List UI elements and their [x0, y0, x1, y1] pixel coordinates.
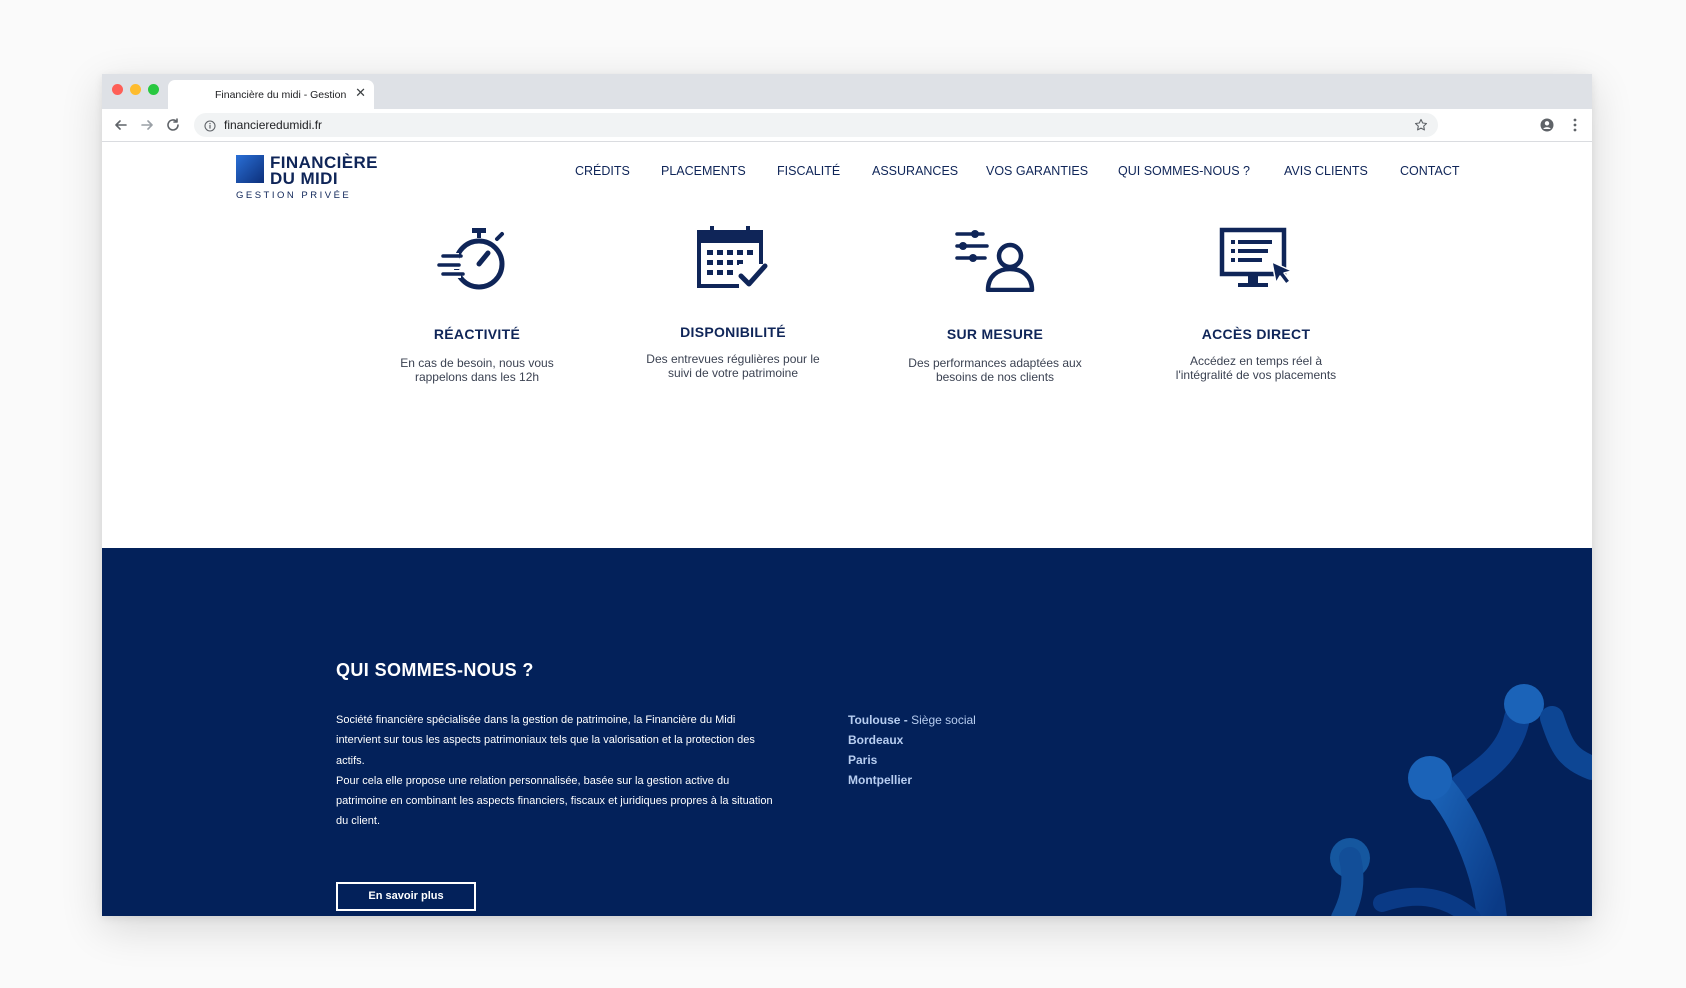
- info-icon[interactable]: [204, 119, 216, 137]
- about-text: Société financière spécialisée dans la g…: [336, 710, 776, 832]
- back-arrow-icon[interactable]: [112, 116, 130, 134]
- decorative-swirl-icon: [1330, 684, 1592, 916]
- stopwatch-icon: [437, 228, 505, 290]
- main-navigation: CRÉDITS PLACEMENTS FISCALITÉ ASSURANCES …: [102, 164, 1592, 184]
- feature-disponibilite: DISPONIBILITÉ Des entrevues régulières p…: [613, 224, 853, 380]
- bookmark-star-icon[interactable]: [1414, 118, 1428, 137]
- feature-description: Des performances adaptées aux besoins de…: [908, 356, 1082, 384]
- feature-sur-mesure: SUR MESURE Des performances adaptées aux…: [875, 226, 1115, 384]
- city-toulouse: Toulouse - Siège social: [848, 710, 976, 730]
- profile-icon[interactable]: [1540, 118, 1554, 137]
- nav-item-avis-clients[interactable]: AVIS CLIENTS: [1284, 164, 1368, 178]
- logo-line-3: GESTION PRIVÉE: [236, 190, 352, 201]
- web-page: FINANCIÈRE DU MIDI GESTION PRIVÉE CRÉDIT…: [102, 142, 1592, 916]
- calendar-check-icon: [697, 226, 768, 288]
- feature-title: RÉACTIVITÉ: [433, 326, 521, 342]
- about-section: QUI SOMMES-NOUS ? Société financière spé…: [102, 548, 1592, 916]
- nav-item-credits[interactable]: CRÉDITS: [575, 164, 630, 178]
- city-paris: Paris: [848, 753, 878, 767]
- city-list: Toulouse - Siège social Bordeaux Paris M…: [848, 710, 976, 790]
- kebab-menu-icon[interactable]: [1573, 118, 1577, 137]
- city-bordeaux: Bordeaux: [848, 733, 904, 747]
- about-paragraph-2: Pour cela elle propose une relation pers…: [336, 774, 773, 828]
- nav-item-fiscalite[interactable]: FISCALITÉ: [777, 164, 840, 178]
- browser-tab[interactable]: Financière du midi - Gestion ✕: [168, 80, 374, 109]
- feature-reactivite: RÉACTIVITÉ En cas de besoin, nous vous r…: [357, 226, 597, 384]
- feature-title: SUR MESURE: [946, 326, 1044, 342]
- tab-strip: Financière du midi - Gestion ✕: [102, 74, 1592, 109]
- nav-item-contact[interactable]: CONTACT: [1400, 164, 1460, 178]
- about-title: QUI SOMMES-NOUS ?: [336, 660, 534, 680]
- feature-acces-direct: ACCÈS DIRECT Accédez en temps réel à l'i…: [1136, 226, 1376, 382]
- user-settings-icon: [955, 230, 1035, 292]
- feature-description: Des entrevues régulières pour le suivi d…: [646, 352, 820, 380]
- feature-description: En cas de besoin, nous vous rappelons da…: [400, 356, 554, 384]
- feature-description: Accédez en temps réel à l'intégralité de…: [1175, 354, 1337, 382]
- url-text: financieredumidi.fr: [224, 118, 323, 132]
- minimize-window-button[interactable]: [130, 84, 141, 95]
- feature-title: ACCÈS DIRECT: [1201, 326, 1311, 342]
- browser-toolbar: financieredumidi.fr: [102, 109, 1592, 142]
- tab-title: Financière du midi - Gestion: [215, 89, 347, 101]
- nav-item-vos-garanties[interactable]: VOS GARANTIES: [986, 164, 1088, 178]
- close-window-button[interactable]: [112, 84, 123, 95]
- nav-item-qui-sommes-nous[interactable]: QUI SOMMES-NOUS ?: [1118, 164, 1250, 178]
- city-note: Siège social: [911, 713, 976, 727]
- maximize-window-button[interactable]: [148, 84, 159, 95]
- browser-window: Financière du midi - Gestion ✕ financier…: [102, 74, 1592, 916]
- tab-close-icon[interactable]: ✕: [355, 85, 366, 101]
- city-name: Toulouse: [848, 713, 901, 727]
- nav-item-assurances[interactable]: ASSURANCES: [872, 164, 958, 178]
- about-paragraph-1: Société financière spécialisée dans la g…: [336, 714, 755, 767]
- city-montpellier: Montpellier: [848, 773, 913, 787]
- address-bar[interactable]: financieredumidi.fr: [194, 113, 1438, 137]
- feature-title: DISPONIBILITÉ: [680, 324, 786, 340]
- nav-item-placements[interactable]: PLACEMENTS: [661, 164, 746, 178]
- reload-icon[interactable]: [164, 116, 182, 134]
- forward-arrow-icon[interactable]: [138, 116, 156, 134]
- en-savoir-plus-button[interactable]: En savoir plus: [336, 882, 476, 911]
- monitor-cursor-icon: [1219, 227, 1293, 287]
